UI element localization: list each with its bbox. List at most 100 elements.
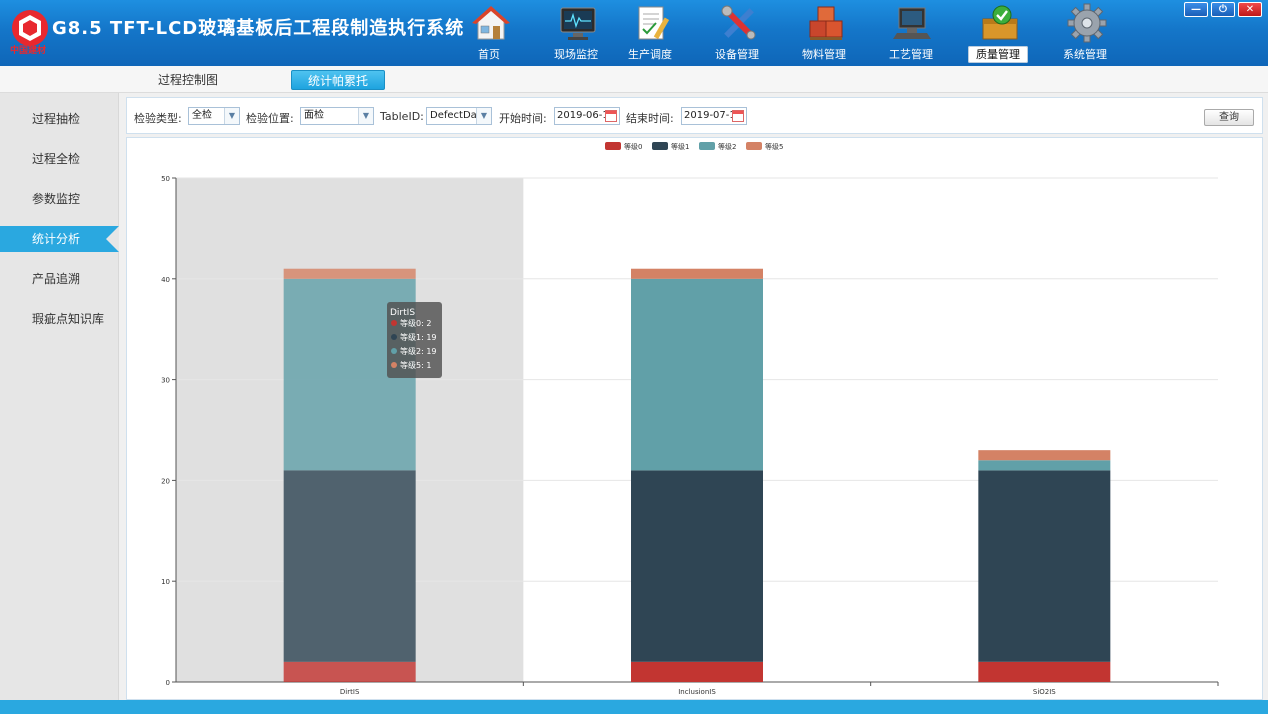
tab-process-control-chart[interactable]: 过程控制图: [158, 70, 218, 90]
close-button[interactable]: ✕: [1238, 2, 1262, 17]
table-id-label: TableID:: [380, 110, 424, 123]
start-time-value: 2019-06-1: [557, 110, 609, 121]
home-icon: [472, 6, 510, 40]
window-controls: — ⏻ ✕: [1184, 2, 1262, 17]
tooltip-row: 等级5: 1: [400, 360, 431, 370]
nav-item-equipment[interactable]: 设备管理: [702, 0, 772, 66]
sidebar-item-process-sampling[interactable]: 过程抽检: [0, 106, 119, 132]
tooltip-title: DirtIS: [390, 308, 415, 318]
legend-label: 等级0: [624, 142, 642, 151]
sidebar-item-parameter-monitor[interactable]: 参数监控: [0, 186, 119, 212]
nav-label: 工艺管理: [889, 48, 933, 61]
bar-segment: [283, 268, 416, 279]
tooltip-marker: [391, 320, 397, 326]
app-header: 中国建材 G8.5 TFT-LCD玻璃基板后工程段制造执行系统 首页 现场监控: [0, 0, 1268, 66]
filter-bar: 检验类型: 全检 ▼ 检验位置: 面检 ▼ TableID: DefectDat…: [126, 97, 1263, 134]
bar-segment: [631, 470, 763, 662]
tooltip-row: 等级2: 19: [400, 346, 437, 356]
y-tick-label: 0: [166, 679, 170, 687]
logo-text: 中国建材: [10, 46, 47, 56]
inspection-type-select[interactable]: 全检 ▼: [188, 107, 240, 125]
inspection-type-value: 全检: [192, 110, 212, 121]
legend-swatch: [605, 142, 621, 150]
start-time-label: 开始时间:: [499, 112, 547, 125]
x-tick-label: DirtIS: [340, 688, 360, 696]
query-button[interactable]: 查询: [1204, 109, 1254, 126]
bar-segment: [631, 268, 763, 279]
inspection-position-value: 面检: [304, 110, 324, 121]
legend-swatch: [699, 142, 715, 150]
y-tick-label: 10: [161, 578, 170, 586]
power-button[interactable]: ⏻: [1211, 2, 1235, 17]
nav-label: 生产调度: [628, 48, 672, 61]
bar-segment: [978, 460, 1111, 471]
nav-item-monitor[interactable]: 现场监控: [541, 0, 611, 66]
nav-item-quality[interactable]: 质量管理: [963, 0, 1033, 66]
monitor-icon: [560, 7, 596, 40]
chart-panel: 0 10 20 30 40 50 DirtIS InclusionIS SiO2IS 等级0 等级1…: [126, 137, 1263, 700]
legend-swatch: [652, 142, 668, 150]
sidebar: 过程抽检 过程全检 参数监控 统计分析 产品追溯 瑕疵点知识库: [0, 93, 119, 700]
nav-label: 现场监控: [554, 48, 598, 61]
table-id-select[interactable]: DefectDat ▼: [426, 107, 492, 125]
app-title: G8.5 TFT-LCD玻璃基板后工程段制造执行系统: [52, 18, 465, 39]
boxes-icon: [809, 6, 843, 40]
y-tick-label: 20: [161, 477, 170, 485]
inspection-type-label: 检验类型:: [134, 112, 182, 125]
tools-icon: [721, 5, 756, 40]
end-time-label: 结束时间:: [626, 112, 674, 125]
calendar-icon[interactable]: [732, 110, 744, 122]
stacked-bar-chart: 0 10 20 30 40 50 DirtIS InclusionIS SiO2IS 等级0 等级1…: [161, 142, 1219, 696]
nav-item-home[interactable]: 首页: [454, 0, 524, 66]
y-tick-label: 30: [161, 377, 170, 385]
tooltip-row: 等级1: 19: [400, 332, 437, 342]
sidebar-item-product-trace[interactable]: 产品追溯: [0, 266, 119, 292]
bar-segment: [631, 661, 763, 682]
tab-statistical-pareto[interactable]: 统计帕累托: [291, 70, 386, 90]
nav-item-schedule[interactable]: 生产调度: [615, 0, 685, 66]
sub-tabs: 过程控制图 统计帕累托: [0, 66, 1268, 93]
bar-segment: [283, 661, 416, 682]
quality-icon: [982, 5, 1018, 40]
bar-segment: [978, 450, 1111, 461]
bar-segment: [978, 661, 1111, 682]
nav-label: 物料管理: [802, 48, 846, 61]
nav-item-process[interactable]: 工艺管理: [876, 0, 946, 66]
minimize-button[interactable]: —: [1184, 2, 1208, 17]
sidebar-item-process-full-inspection[interactable]: 过程全检: [0, 146, 119, 172]
footer-bar: [0, 700, 1268, 714]
x-tick-label: SiO2IS: [1033, 688, 1056, 696]
chevron-down-icon: ▼: [476, 108, 491, 124]
bar-segment: [978, 470, 1111, 662]
chevron-down-icon: ▼: [224, 108, 239, 124]
tooltip-row: 等级0: 2: [400, 318, 431, 328]
nav-label: 系统管理: [1063, 48, 1107, 61]
computer-icon: [893, 7, 931, 39]
inspection-position-label: 检验位置:: [246, 112, 294, 125]
nav-item-material[interactable]: 物料管理: [789, 0, 859, 66]
bar-segment: [283, 470, 416, 662]
start-time-input[interactable]: 2019-06-1: [554, 107, 620, 125]
sidebar-item-statistical-analysis[interactable]: 统计分析: [0, 226, 119, 252]
nav-item-system[interactable]: 系统管理: [1050, 0, 1120, 66]
nav-label: 设备管理: [715, 48, 759, 61]
bar-segment: [631, 278, 763, 471]
legend-label: 等级2: [718, 142, 736, 151]
nav-label: 首页: [478, 48, 500, 61]
legend-swatch: [746, 142, 762, 150]
chevron-down-icon: ▼: [358, 108, 373, 124]
x-tick-label: InclusionIS: [678, 688, 716, 696]
end-time-input[interactable]: 2019-07-1: [681, 107, 747, 125]
end-time-value: 2019-07-1: [684, 110, 736, 121]
y-tick-label: 50: [161, 175, 170, 183]
nav-label: 质量管理: [963, 46, 1033, 63]
legend-label: 等级5: [765, 142, 783, 151]
sidebar-item-defect-knowledge-base[interactable]: 瑕疵点知识库: [0, 306, 119, 332]
inspection-position-select[interactable]: 面检 ▼: [300, 107, 374, 125]
table-id-value: DefectDat: [430, 110, 481, 121]
tooltip-marker: [391, 334, 397, 340]
schedule-icon: [638, 6, 670, 40]
calendar-icon[interactable]: [605, 110, 617, 122]
tooltip-marker: [391, 348, 397, 354]
tooltip-marker: [391, 362, 397, 368]
